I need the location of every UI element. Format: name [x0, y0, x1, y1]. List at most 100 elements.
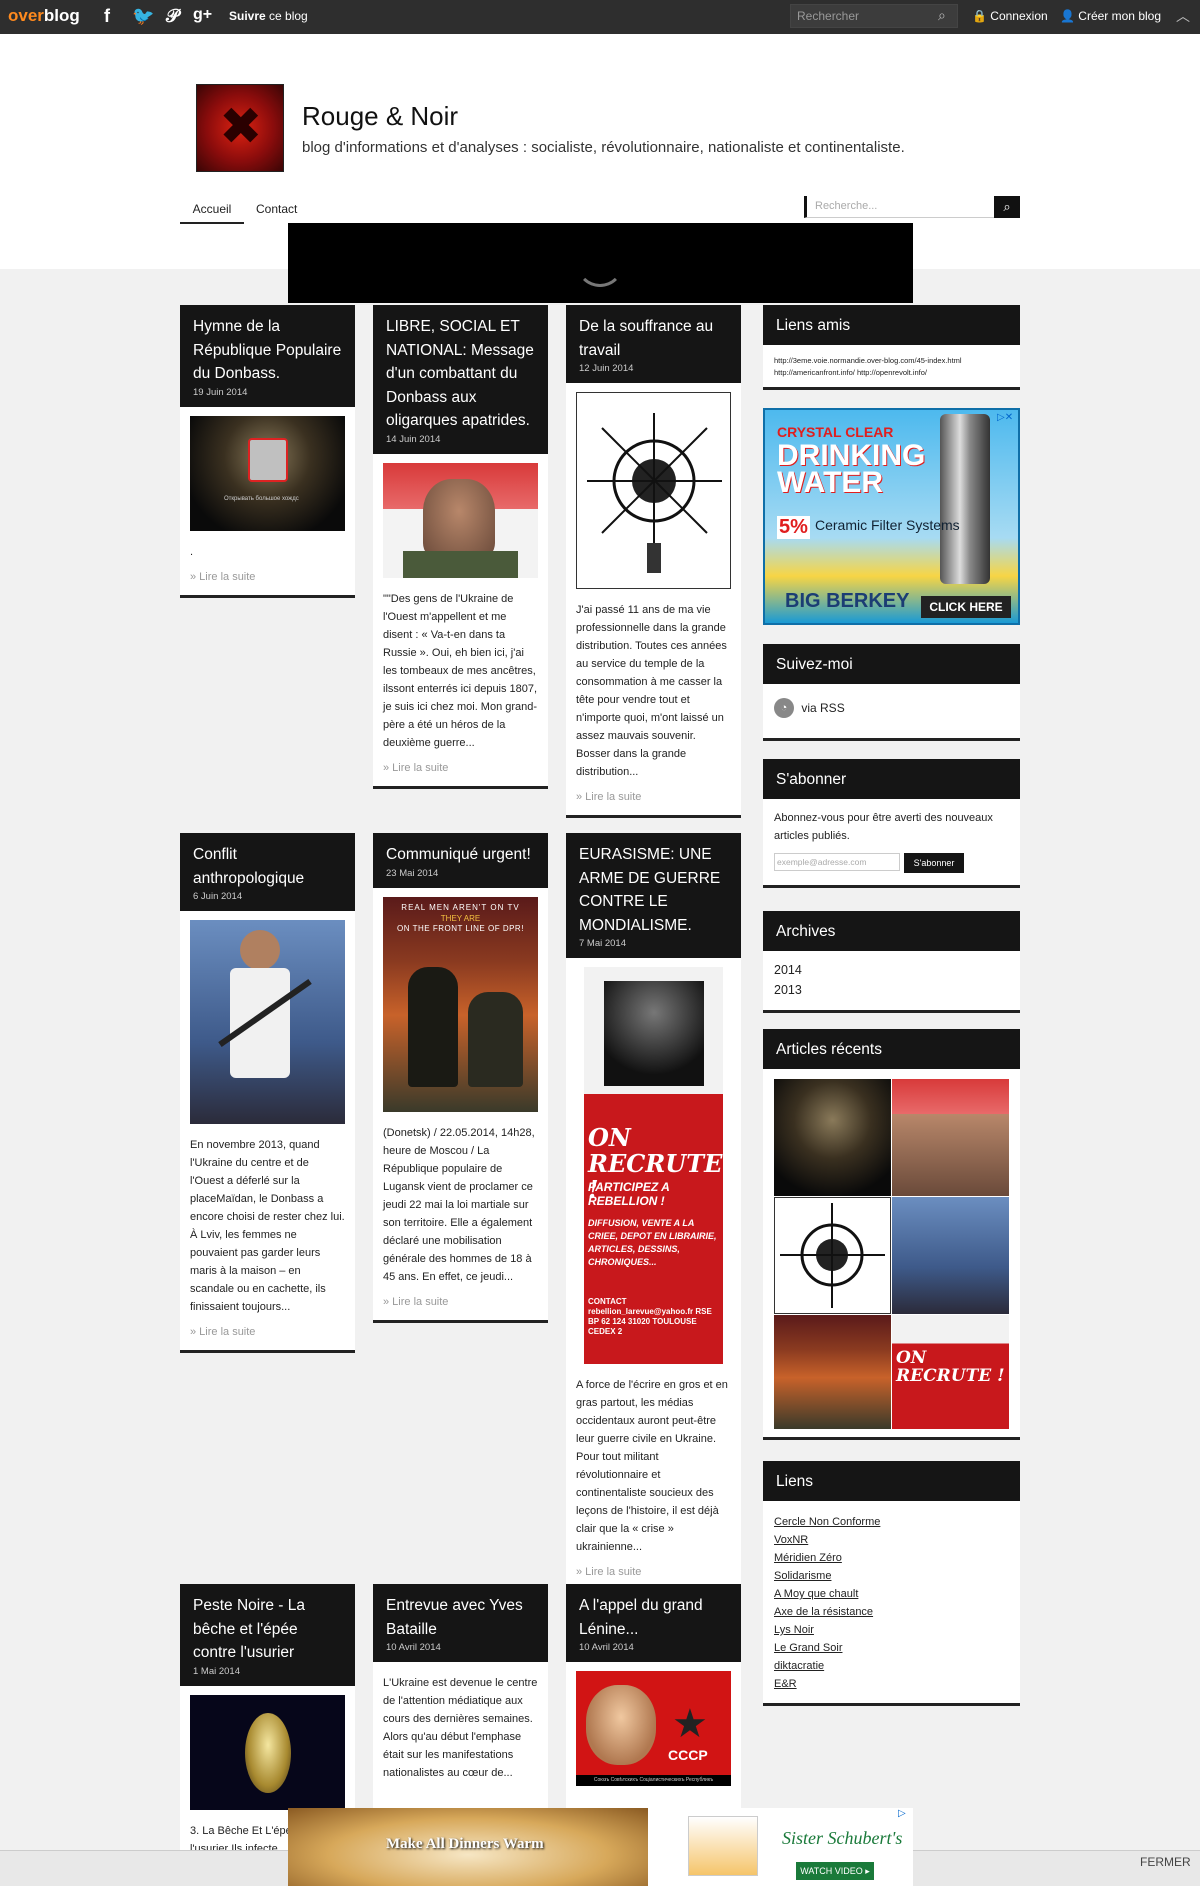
overblog-logo[interactable]: overblog	[8, 6, 80, 26]
article-title[interactable]: Entrevue avec Yves Bataille	[386, 1594, 535, 1641]
link-item[interactable]: Lys Noir	[774, 1621, 1009, 1639]
article-card: LIBRE, SOCIAL ET NATIONAL: Message d'un …	[373, 305, 548, 789]
link-item[interactable]: A Moy que chault	[774, 1585, 1009, 1603]
article-date: 10 Avril 2014	[386, 1642, 441, 1653]
search-button[interactable]: ⌕	[994, 196, 1020, 218]
article-card: De la souffrance au travail 12 Juin 2014…	[566, 305, 741, 818]
article-image[interactable]	[576, 392, 731, 589]
subscribe-button[interactable]: S'abonner	[904, 853, 964, 873]
nav-contact[interactable]: Contact	[256, 202, 297, 216]
read-more-link[interactable]: » Lire la suite	[373, 1286, 548, 1320]
article-excerpt: (Donetsk) / 22.05.2014, 14h28, heure de …	[383, 1126, 535, 1283]
article-image[interactable]: ON RECRUTE ! PARTICIPEZ A REBELLION ! DI…	[576, 967, 731, 1364]
friend-link[interactable]: http://3eme.voie.normandie.over-blog.com…	[774, 355, 1009, 367]
soldier-shape	[468, 991, 523, 1087]
link-item[interactable]: Axe de la résistance	[774, 1603, 1009, 1621]
site-title[interactable]: Rouge & Noir	[302, 101, 458, 132]
friend-link[interactable]: http://americanfront.info/ http://openre…	[774, 367, 1009, 379]
ad-cta-button[interactable]: CLICK HERE	[921, 596, 1011, 618]
article-title[interactable]: LIBRE, SOCIAL ET NATIONAL: Message d'un …	[386, 315, 535, 433]
login-link[interactable]: 🔒 Connexion	[972, 9, 1048, 23]
read-more-link[interactable]: » Lire la suite	[373, 752, 548, 786]
article-title[interactable]: Hymne de la République Populaire du Donb…	[193, 315, 342, 386]
article-image[interactable]: REAL MEN AREN'T ON TV THEY ARE ON THE FR…	[383, 896, 538, 1112]
article-date: 1 Mai 2014	[193, 1665, 241, 1677]
link-item[interactable]: Méridien Zéro	[774, 1549, 1009, 1567]
article-image[interactable]: Открывать большое хождс	[190, 415, 345, 531]
widget-title: Articles récents	[763, 1029, 1020, 1069]
video-player[interactable]	[288, 223, 913, 303]
recent-article-thumb[interactable]	[892, 1079, 1009, 1196]
article-image[interactable]	[190, 920, 345, 1124]
nav-accueil[interactable]: Accueil	[180, 202, 244, 224]
coat-of-arms-icon	[248, 437, 288, 482]
read-more-link[interactable]: » Lire la suite	[566, 781, 741, 815]
article-image[interactable]: ★ CCCP Союзъ Совѣтскихъ Соціалистических…	[576, 1671, 731, 1786]
article-title[interactable]: Conflit anthropologique	[193, 843, 342, 890]
article-card: Communiqué urgent! 23 Mai 2014 REAL MEN …	[373, 833, 548, 1323]
article-title[interactable]: Peste Noire - La bêche et l'épée contre …	[193, 1594, 342, 1665]
article-excerpt: A force de l'écrire en gros et en gras p…	[576, 1379, 728, 1553]
facebook-icon[interactable]: f	[104, 6, 110, 27]
widget-suivez-moi: Suivez-moi ◔ via RSS	[763, 644, 1020, 741]
article-title[interactable]: EURASISME: UNE ARME DE GUERRE CONTRE LE …	[579, 843, 728, 937]
recent-article-thumb[interactable]	[774, 1197, 891, 1314]
sidebar-ad-banner[interactable]: CRYSTAL CLEAR DRINKING WATER 5% Ceramic F…	[763, 408, 1020, 625]
read-more-link[interactable]: » Lire la suite	[180, 1316, 355, 1350]
portrait-photo	[423, 478, 495, 559]
article-excerpt: En novembre 2013, quand l'Ukraine du cen…	[190, 1139, 345, 1313]
blog-search-input[interactable]: Recherche...	[804, 196, 994, 218]
link-item[interactable]: Cercle Non Conforme	[774, 1513, 1009, 1531]
site-logo[interactable]: ✖	[196, 84, 284, 172]
loading-spinner-icon	[576, 239, 624, 287]
article-title[interactable]: A l'appel du grand Lénine...	[579, 1594, 728, 1641]
article-date: 14 Juin 2014	[386, 433, 441, 445]
pinterest-icon[interactable]: 𝒫	[166, 6, 179, 27]
chevron-up-icon[interactable]: ︿	[1176, 6, 1190, 26]
search-icon[interactable]: ⌕	[938, 7, 946, 24]
bottom-ad-banner[interactable]: Make All Dinners Warm Sister Schubert's …	[288, 1808, 913, 1886]
article-image[interactable]	[383, 462, 538, 578]
link-item[interactable]: Solidarisme	[774, 1567, 1009, 1585]
topbar-search-input[interactable]: Rechercher	[790, 4, 958, 28]
article-title[interactable]: De la souffrance au travail	[579, 315, 728, 362]
recent-article-thumb[interactable]	[774, 1079, 891, 1196]
widget-title: Suivez-moi	[763, 644, 1020, 684]
link-item[interactable]: Le Grand Soir	[774, 1639, 1009, 1657]
twitter-icon[interactable]: 🐦	[132, 6, 154, 27]
follow-blog-link[interactable]: Suivre ce blog	[229, 9, 308, 23]
product-box-image	[688, 1816, 758, 1876]
close-ad-button[interactable]: FERMER	[1140, 1855, 1191, 1869]
article-date: 10 Avril 2014	[579, 1642, 634, 1653]
subscribe-email-input[interactable]: exemple@adresse.com	[774, 853, 900, 871]
link-item[interactable]: VoxNR	[774, 1531, 1009, 1549]
ad-choices-icon[interactable]: ▷	[898, 1808, 906, 1819]
widget-title: Liens amis	[763, 305, 1020, 345]
soldier-shape	[408, 966, 458, 1087]
ad-close-icon[interactable]: ▷✕	[997, 412, 1013, 423]
archive-year-link[interactable]: 2014	[774, 960, 1009, 980]
face-shape	[240, 930, 280, 970]
ad-text: CRYSTAL CLEAR	[777, 424, 894, 440]
recent-article-thumb[interactable]	[774, 1315, 891, 1429]
recent-article-thumb[interactable]	[892, 1197, 1009, 1314]
archive-year-link[interactable]: 2013	[774, 980, 1009, 1000]
link-item[interactable]: diktacratie	[774, 1657, 1009, 1675]
recent-article-thumb[interactable]: ON RECRUTE !	[892, 1315, 1009, 1429]
rss-link[interactable]: via RSS	[801, 701, 844, 715]
article-card: Conflit anthropologique 6 Juin 2014 En n…	[180, 833, 355, 1353]
lock-icon: 🔒	[972, 9, 987, 23]
read-more-link[interactable]: » Lire la suite	[180, 561, 355, 595]
article-image[interactable]	[190, 1694, 345, 1810]
link-item[interactable]: E&R	[774, 1675, 1009, 1693]
google-plus-icon[interactable]: g+	[193, 6, 212, 24]
create-blog-link[interactable]: 👤 Créer mon blog	[1060, 9, 1161, 23]
rss-icon[interactable]: ◔	[774, 698, 794, 718]
article-title[interactable]: Communiqué urgent!	[386, 843, 535, 867]
recent-articles-grid: ON RECRUTE !	[774, 1079, 1009, 1429]
poster-text: ON THE FRONT LINE OF DPR!	[397, 923, 524, 933]
article-date: 7 Mai 2014	[579, 938, 627, 949]
widget-archives: Archives 2014 2013	[763, 911, 1020, 1013]
watch-video-button[interactable]: WATCH VIDEO ▸	[796, 1862, 874, 1880]
widget-liens: Liens Cercle Non Conforme VoxNR Méridien…	[763, 1461, 1020, 1706]
